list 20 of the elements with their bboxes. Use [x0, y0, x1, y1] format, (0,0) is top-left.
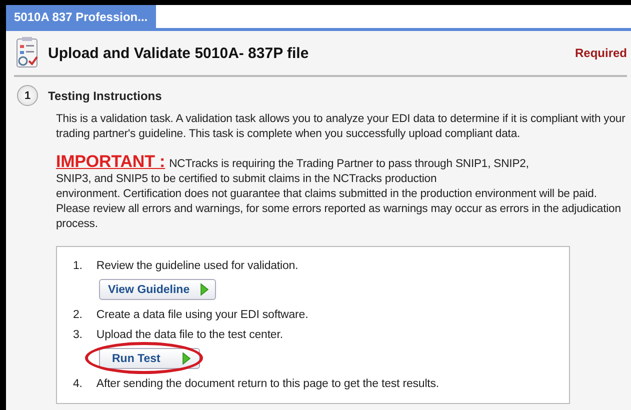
action-button[interactable]: View Guideline [99, 279, 216, 300]
play-icon [200, 283, 209, 296]
important-notice: IMPORTANT : NCTracks is requiring the Trading Partner to pass through SNIP1, SNIP2, SNIP3, and SNIP5 to be certified to submit claims in the NCTracks production environment. Certification does not guarantee that claims submitted in the production environment will be paid. Please review all errors and warnings, for some errors reported as warnings may occur as errors in the adjudication process. [56, 152, 622, 232]
step-text: Upload the data file to the test center. [96, 328, 283, 342]
intro-paragraph: This is a validation task. A validation task allows you to analyze your EDI data to determine if it is compliant with your trading partner's guideline. This task is complete when you successfully upload compliant data. [56, 112, 626, 142]
step-number: 2. [73, 308, 82, 322]
step-text: After sending the document return to this page to get the test results. [96, 377, 439, 391]
step-number: 3. [73, 328, 82, 342]
task-title: Upload and Validate 5010A- 837P file [48, 44, 310, 62]
status-label: Required [574, 46, 627, 60]
step-text: Review the guideline used for validation. [96, 259, 298, 273]
tab[interactable]: 5010A 837 Profession... [6, 5, 156, 28]
action-button[interactable]: Run Test [99, 348, 200, 369]
step-number-badge: 1 [17, 85, 38, 106]
section-title: Testing Instructions [48, 88, 162, 102]
checklist-icon [14, 36, 40, 70]
step-number: 4. [73, 377, 82, 391]
step-number: 1. [73, 259, 82, 273]
step-text: Create a data file using your EDI software. [96, 308, 308, 322]
play-icon [182, 352, 192, 365]
